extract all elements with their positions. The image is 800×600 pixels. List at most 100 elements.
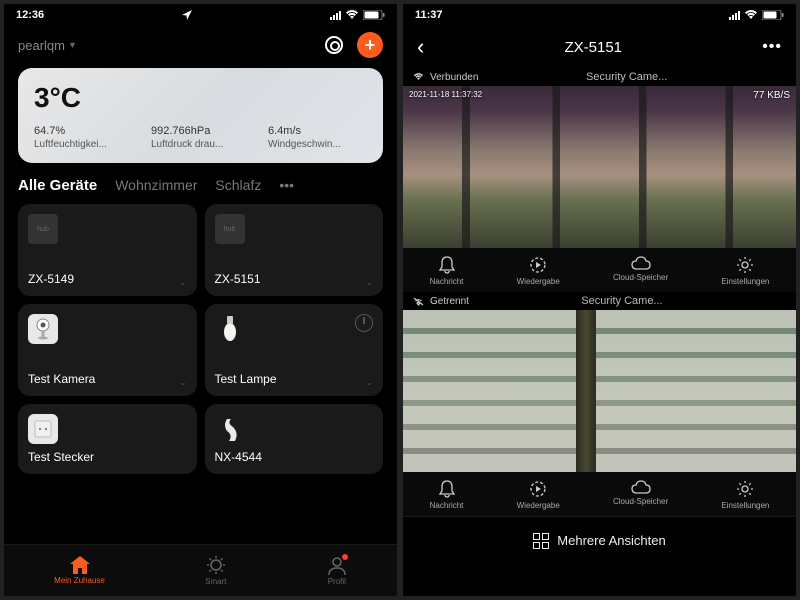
weather-humidity: 64.7% Luftfeuchtigkei... <box>34 124 133 151</box>
camera-status-row: Getrennt Security Came... <box>403 292 796 310</box>
battery-icon <box>363 10 385 20</box>
add-device-button[interactable]: + <box>357 32 383 58</box>
action-message[interactable]: Nachricht <box>430 480 464 510</box>
feed-timestamp: 2021-11-18 11:37:32 <box>409 90 482 99</box>
nav-label: Mein Zuhause <box>54 576 105 585</box>
plug-icon <box>28 414 58 444</box>
action-settings[interactable]: Einstellungen <box>721 480 769 510</box>
status-right <box>330 10 385 20</box>
home-icon <box>70 556 90 574</box>
device-label: Test Stecker <box>28 450 187 464</box>
camera-actions: Nachricht Wiedergabe Cloud-Speicher Eins… <box>403 472 796 516</box>
status-bar: 11:37 <box>403 4 796 26</box>
camera-feed[interactable]: 2021-11-18 11:37:32 77 KB/S <box>403 86 796 248</box>
tabs-more-icon[interactable]: ••• <box>279 177 294 193</box>
camera-name: Security Came... <box>484 71 769 83</box>
device-label: Test Kamera <box>28 372 187 386</box>
playback-icon <box>529 480 547 498</box>
action-label: Einstellungen <box>721 277 769 286</box>
chevron-down-icon: ⌄ <box>365 377 373 388</box>
nav-label: Smart <box>205 577 226 586</box>
signal-icon <box>729 11 740 20</box>
chevron-down-icon: ⌄ <box>365 277 373 288</box>
action-label: Wiedergabe <box>517 277 560 286</box>
weather-pressure: 992.766hPa Luftdruck drau... <box>151 124 250 151</box>
device-tile[interactable]: Test Stecker <box>18 404 197 474</box>
more-button[interactable]: ••• <box>762 38 782 56</box>
action-playback[interactable]: Wiedergabe <box>517 256 560 286</box>
power-icon[interactable] <box>355 314 373 332</box>
action-label: Cloud-Speicher <box>613 497 668 506</box>
chevron-down-icon: ⌄ <box>179 277 187 288</box>
status-time: 12:36 <box>16 9 44 21</box>
weather-card[interactable]: 3°C 64.7% Luftfeuchtigkei... 992.766hPa … <box>18 68 383 163</box>
disconnected-icon <box>413 297 424 306</box>
camera-name: Security Came... <box>475 295 769 307</box>
camera-header: ‹ ZX-5151 ••• <box>403 26 796 68</box>
status-bar: 12:36 <box>4 4 397 26</box>
multi-view-label: Mehrere Ansichten <box>557 533 665 548</box>
gateway-icon: hub <box>28 214 58 244</box>
phone-left-home: 12:36 pearlqm ▼ + 3°C 64.7% L <box>4 4 397 596</box>
chevron-down-icon: ▼ <box>68 40 77 50</box>
cloud-icon <box>631 480 651 494</box>
camera-feed[interactable] <box>403 310 796 472</box>
nav-smart[interactable]: Smart <box>205 555 226 586</box>
sensor-icon <box>215 414 245 444</box>
device-label: ZX-5149 <box>28 272 187 286</box>
action-cloud[interactable]: Cloud-Speicher <box>613 256 668 286</box>
gateway-icon: hub <box>215 214 245 244</box>
feed-bitrate: 77 KB/S <box>753 90 790 101</box>
home-name-label: pearlqm <box>18 38 65 53</box>
profile-icon <box>327 555 347 575</box>
chevron-down-icon: ⌄ <box>179 377 187 388</box>
device-label: NX-4544 <box>215 450 374 464</box>
camera-block-2: Getrennt Security Came... Nachricht Wied… <box>403 292 796 516</box>
action-label: Einstellungen <box>721 501 769 510</box>
nav-label: Profil <box>328 577 346 586</box>
room-tabs: Alle Geräte Wohnzimmer Schlafz ••• <box>4 177 397 204</box>
location-icon <box>182 10 192 20</box>
device-tile[interactable]: Test Lampe ⌄ <box>205 304 384 396</box>
camera-block-1: Verbunden Security Came... 2021-11-18 11… <box>403 68 796 292</box>
action-cloud[interactable]: Cloud-Speicher <box>613 480 668 510</box>
smart-icon <box>206 555 226 575</box>
device-label: ZX-5151 <box>215 272 374 286</box>
bell-icon <box>438 480 456 498</box>
nav-home[interactable]: Mein Zuhause <box>54 556 105 585</box>
status-time: 11:37 <box>415 9 443 21</box>
gear-icon <box>736 480 754 498</box>
back-button[interactable]: ‹ <box>417 34 424 60</box>
multi-view-button[interactable]: Mehrere Ansichten <box>403 516 796 564</box>
connection-label: Verbunden <box>430 72 478 83</box>
action-message[interactable]: Nachricht <box>430 256 464 286</box>
home-selector[interactable]: pearlqm ▼ <box>18 38 77 53</box>
device-grid: hub ZX-5149 ⌄ hub ZX-5151 ⌄ Test Kamera … <box>4 204 397 544</box>
weather-wind: 6.4m/s Windgeschwin... <box>268 124 367 151</box>
grid-icon <box>533 533 549 549</box>
page-title: ZX-5151 <box>564 39 622 56</box>
device-tile[interactable]: Test Kamera ⌄ <box>18 304 197 396</box>
device-tile[interactable]: hub ZX-5151 ⌄ <box>205 204 384 296</box>
tab-wohnzimmer[interactable]: Wohnzimmer <box>115 177 197 193</box>
nav-profile[interactable]: Profil <box>327 555 347 586</box>
camera-actions: Nachricht Wiedergabe Cloud-Speicher Eins… <box>403 248 796 292</box>
playback-icon <box>529 256 547 274</box>
wifi-icon <box>345 10 359 20</box>
bottom-nav: Mein Zuhause Smart Profil <box>4 544 397 596</box>
camera-icon <box>28 314 58 344</box>
camera-status-row: Verbunden Security Came... <box>403 68 796 86</box>
action-label: Cloud-Speicher <box>613 273 668 282</box>
action-label: Wiedergabe <box>517 501 560 510</box>
device-label: Test Lampe <box>215 372 374 386</box>
device-tile[interactable]: NX-4544 <box>205 404 384 474</box>
tab-all-devices[interactable]: Alle Geräte <box>18 177 97 194</box>
device-tile[interactable]: hub ZX-5149 ⌄ <box>18 204 197 296</box>
action-playback[interactable]: Wiedergabe <box>517 480 560 510</box>
scan-icon[interactable] <box>325 36 343 54</box>
status-right <box>729 10 784 20</box>
action-label: Nachricht <box>430 277 464 286</box>
tab-schlafzimmer[interactable]: Schlafz <box>215 177 261 193</box>
temperature: 3°C <box>34 82 367 114</box>
action-settings[interactable]: Einstellungen <box>721 256 769 286</box>
